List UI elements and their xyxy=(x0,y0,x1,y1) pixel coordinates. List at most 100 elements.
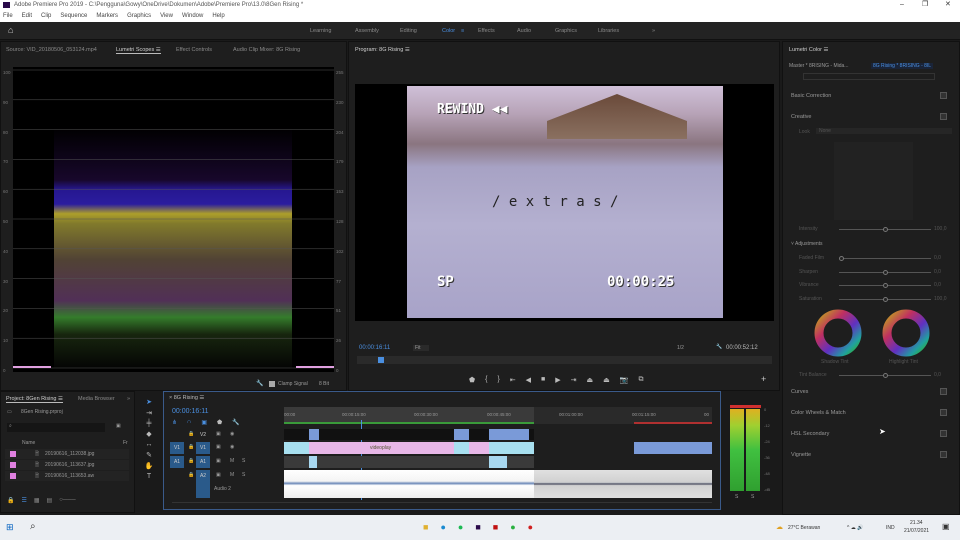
menu-file[interactable]: File xyxy=(3,10,13,22)
clip[interactable] xyxy=(454,442,469,454)
clip[interactable] xyxy=(634,442,712,454)
project-item[interactable]: 🗎 20190616_113637.jpg xyxy=(5,460,129,470)
menu-view[interactable]: View xyxy=(160,10,173,22)
workspace-libraries[interactable]: Libraries xyxy=(598,28,619,34)
clip[interactable] xyxy=(489,456,507,468)
wrench-icon[interactable]: 🔧 xyxy=(716,344,722,350)
bit-depth-select[interactable]: 8 Bit xyxy=(319,381,329,387)
close-button[interactable]: ✕ xyxy=(945,0,951,10)
tab-audio-clip-mixer[interactable]: Audio Clip Mixer: 8G Rising xyxy=(233,47,300,53)
clamp-signal-checkbox[interactable] xyxy=(269,381,275,387)
clip[interactable] xyxy=(284,442,309,454)
lock-icon[interactable]: 🔒 xyxy=(188,444,194,450)
menu-clip[interactable]: Clip xyxy=(41,10,51,22)
menu-markers[interactable]: Markers xyxy=(96,10,118,22)
freeform-view-icon[interactable]: ▤ xyxy=(47,497,53,504)
fr-column-header[interactable]: Fr xyxy=(123,440,128,446)
master-clip-tab[interactable]: Master * 8RISING - Mida... xyxy=(789,63,848,69)
linked-selection-icon[interactable]: ▣ xyxy=(201,419,207,426)
track-select-tool-icon[interactable]: ⇥ xyxy=(146,409,152,417)
clip-indicator[interactable] xyxy=(730,405,761,408)
comparison-view-icon[interactable]: ⧉ xyxy=(639,376,644,384)
fx-dropdown[interactable] xyxy=(803,73,935,80)
program-timecode[interactable]: 00:00:16:11 xyxy=(359,345,390,351)
eye-icon[interactable]: ◉ xyxy=(230,431,234,437)
name-column-header[interactable]: Name xyxy=(22,440,35,446)
tab-media-browser[interactable]: Media Browser xyxy=(78,396,115,402)
vignette-checkbox[interactable] xyxy=(940,451,947,458)
stop-icon[interactable]: ■ xyxy=(541,376,545,384)
step-forward-icon[interactable]: ▶ xyxy=(555,376,560,384)
track-a2-audio-clip[interactable] xyxy=(284,470,712,498)
timeline-timecode[interactable]: 00:00:16:11 xyxy=(172,408,208,415)
notification-icon[interactable]: ▣ xyxy=(942,522,950,531)
adjustment-slider[interactable] xyxy=(839,296,931,302)
clip[interactable] xyxy=(309,456,317,468)
go-to-in-icon[interactable]: ⇤ xyxy=(510,376,516,384)
project-item[interactable]: 🗎 20190616_113653.aw xyxy=(5,471,129,481)
workspace-effects[interactable]: Effects xyxy=(478,28,495,34)
go-to-out-icon[interactable]: ⇥ xyxy=(571,376,577,384)
new-bin-icon[interactable]: ▣ xyxy=(116,423,121,429)
toggle-sync-icon[interactable]: ▣ xyxy=(216,431,221,437)
tab-source[interactable]: Source: VID_20180506_053124.mp4 xyxy=(6,47,97,53)
program-title[interactable]: Program: 8G Rising ☰ xyxy=(355,47,410,53)
section-vignette[interactable]: Vignette xyxy=(791,452,811,458)
hand-tool-icon[interactable]: ✋ xyxy=(145,462,154,470)
program-time-ruler[interactable] xyxy=(357,356,772,364)
chrome-icon[interactable]: ● xyxy=(528,522,533,532)
workspace-more[interactable]: » xyxy=(652,28,655,34)
resolution-select[interactable]: 1/2 xyxy=(677,345,684,351)
section-basic-correction[interactable]: Basic Correction xyxy=(791,93,831,99)
workspace-assembly[interactable]: Assembly xyxy=(355,28,379,34)
adjustments-toggle[interactable]: ˅ Adjustments xyxy=(791,241,823,247)
add-marker-icon[interactable]: ⬟ xyxy=(217,419,222,426)
mark-out-icon[interactable]: } xyxy=(497,376,499,384)
project-item[interactable]: 🗎 20190616_112038.jpg xyxy=(5,449,129,459)
program-playhead[interactable] xyxy=(377,357,384,363)
sequence-tab[interactable]: × 8G Rising ☰ xyxy=(169,395,204,401)
source-patch[interactable]: V1 xyxy=(170,442,184,454)
lock-icon[interactable]: 🔒 xyxy=(188,472,194,478)
extract-icon[interactable]: ⏏ xyxy=(603,376,610,384)
language-indicator[interactable]: IND xyxy=(886,525,895,531)
toggle-sync-icon[interactable]: ▣ xyxy=(216,472,221,478)
list-view-icon[interactable]: ☰ xyxy=(21,497,26,504)
weather-text[interactable]: 27°C Berawan xyxy=(788,525,820,531)
type-tool-icon[interactable]: T xyxy=(147,473,151,480)
section-curves[interactable]: Curves xyxy=(791,389,808,395)
workspace-menu-icon[interactable]: ≡ xyxy=(461,28,464,34)
clip[interactable] xyxy=(489,429,529,440)
highlight-tint-wheel[interactable] xyxy=(881,308,931,358)
minimize-button[interactable]: – xyxy=(900,0,904,10)
menu-help[interactable]: Help xyxy=(212,10,224,22)
spotify-icon[interactable]: ● xyxy=(458,522,463,532)
lock-icon[interactable]: 🔒 xyxy=(7,497,14,504)
solo-icon[interactable]: S xyxy=(242,458,245,464)
sequence-clip-tab[interactable]: 8G Rising * 8RISING - 8IL xyxy=(871,63,934,69)
intensity-value[interactable]: 100,0 xyxy=(934,226,947,232)
zoom-slider-icon[interactable]: ○─── xyxy=(59,497,75,504)
start-icon[interactable]: ⊞ xyxy=(6,522,14,533)
tint-balance-value[interactable]: 0,0 xyxy=(934,372,941,378)
icon-view-icon[interactable]: ▦ xyxy=(34,497,40,504)
workspace-graphics[interactable]: Graphics xyxy=(555,28,577,34)
clip[interactable] xyxy=(454,429,469,440)
curves-checkbox[interactable] xyxy=(940,388,947,395)
razor-tool-icon[interactable]: ◆ xyxy=(146,430,151,438)
snap-icon[interactable]: ∩ xyxy=(187,419,191,426)
solo-right-button[interactable]: S xyxy=(751,494,754,500)
solo-icon[interactable]: S xyxy=(242,472,245,478)
slider-value[interactable]: 0,0 xyxy=(934,255,941,261)
workspace-audio[interactable]: Audio xyxy=(517,28,531,34)
timeline-ruler[interactable]: 00:00 00:00:15:00 00:00:30:00 00:00:45:00 00… xyxy=(284,407,712,424)
timeline-scrollbar[interactable] xyxy=(172,502,712,503)
panel-overflow[interactable]: » xyxy=(127,396,130,402)
track-target[interactable]: V2 xyxy=(196,429,210,441)
source-patch[interactable]: A1 xyxy=(170,456,184,468)
file-explorer-icon[interactable]: ■ xyxy=(423,522,428,532)
slider-value[interactable]: 100,0 xyxy=(934,296,947,302)
look-select[interactable]: None xyxy=(816,128,952,134)
workspace-learning[interactable]: Learning xyxy=(310,28,331,34)
search-icon[interactable]: ⌕ xyxy=(30,521,36,532)
